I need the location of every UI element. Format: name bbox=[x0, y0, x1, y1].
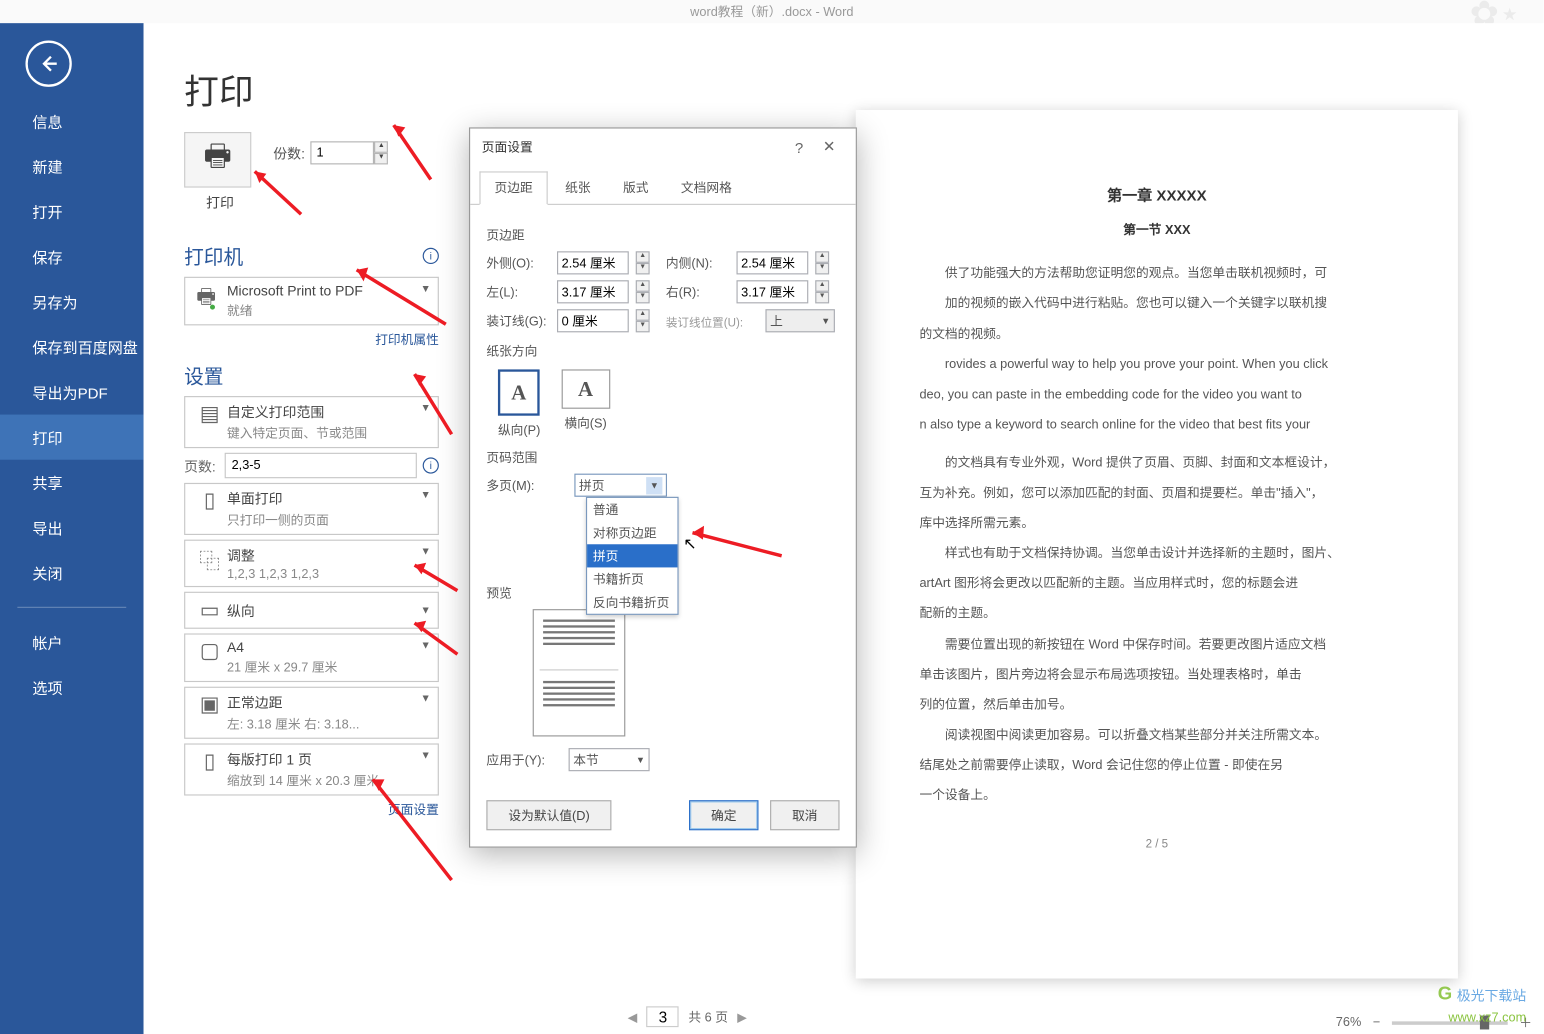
sidebar-item-new[interactable]: 新建 bbox=[0, 144, 144, 189]
printer-status-icon: 🖶● bbox=[192, 283, 227, 318]
gutter-pos-select: 上▼ bbox=[765, 309, 834, 332]
next-page-button[interactable]: ▶ bbox=[737, 1009, 747, 1024]
printer-dropdown[interactable]: 🖶● Microsoft Print to PDF 就绪 ▼ bbox=[184, 277, 439, 326]
dd-option-bookfold[interactable]: 书籍折页 bbox=[587, 567, 677, 590]
gutter-input[interactable] bbox=[557, 309, 629, 332]
doc-title: word教程（新）.docx - Word bbox=[690, 2, 853, 21]
right-margin-input[interactable] bbox=[736, 280, 808, 303]
pages-per-sheet-dropdown[interactable]: ▯ 每版打印 1 页 缩放到 14 厘米 x 20.3 厘米 ▼ bbox=[184, 743, 439, 795]
page-icon: ▯ bbox=[192, 489, 227, 513]
sidebar-item-baidu[interactable]: 保存到百度网盘 bbox=[0, 324, 144, 369]
sidebar-item-save[interactable]: 保存 bbox=[0, 234, 144, 279]
title-bar: word教程（新）.docx - Word ✿⋆ bbox=[0, 0, 1544, 23]
dd-option-reversebook[interactable]: 反向书籍折页 bbox=[587, 591, 677, 614]
zoom-value: 76% bbox=[1336, 1016, 1362, 1030]
page-navigator: ◀ 共 6 页 ▶ bbox=[628, 1006, 747, 1027]
outer-margin-input[interactable] bbox=[557, 251, 629, 274]
cancel-button[interactable]: 取消 bbox=[770, 800, 839, 830]
copies-spinner[interactable]: ▲▼ bbox=[374, 141, 388, 164]
printer-heading: 打印机 bbox=[184, 241, 243, 270]
info-icon[interactable]: i bbox=[423, 247, 439, 263]
apply-to-select[interactable]: 本节▼ bbox=[569, 748, 650, 771]
paper-size-dropdown[interactable]: ▢ A4 21 厘米 x 29.7 厘米 ▼ bbox=[184, 633, 439, 682]
sides-dropdown[interactable]: ▯ 单面打印 只打印一侧的页面 ▼ bbox=[184, 483, 439, 535]
group-margins: 页边距 bbox=[486, 226, 839, 245]
inner-margin-input[interactable] bbox=[736, 251, 808, 274]
multi-page-select[interactable]: 拼页▼ bbox=[574, 474, 667, 497]
page-setup-dialog: 页面设置 ? ✕ 页边距 纸张 版式 文档网格 页边距 外侧(O): ▲▼ 内侧… bbox=[469, 127, 857, 847]
margin-preview bbox=[533, 609, 626, 736]
sidebar-item-open[interactable]: 打开 bbox=[0, 189, 144, 234]
separator bbox=[17, 607, 126, 608]
page-setup-link[interactable]: 页面设置 bbox=[184, 800, 439, 819]
multi-page-dropdown[interactable]: 普通 对称页边距 拼页 书籍折页 反向书籍折页 bbox=[586, 497, 679, 615]
landscape-option[interactable]: A 横向(S) bbox=[561, 369, 610, 438]
portrait-icon: ▭ bbox=[192, 598, 227, 622]
watermark: G 极光下载站 bbox=[1438, 984, 1527, 1005]
page-number: 2 / 5 bbox=[919, 833, 1394, 857]
sidebar-item-exportpdf[interactable]: 导出为PDF bbox=[0, 369, 144, 414]
pages-icon: ▤ bbox=[192, 402, 227, 426]
group-orientation: 纸张方向 bbox=[486, 342, 839, 361]
back-button[interactable] bbox=[25, 41, 71, 87]
pages-input[interactable] bbox=[225, 453, 417, 478]
sidebar-item-info[interactable]: 信息 bbox=[0, 98, 144, 143]
left-margin-input[interactable] bbox=[557, 280, 629, 303]
backstage-sidebar: 信息 新建 打开 保存 另存为 保存到百度网盘 导出为PDF 打印 共享 导出 … bbox=[0, 23, 144, 1034]
print-preview: 第一章 XXXXX 第一节 XXX 供了功能强大的方法帮助您证明您的观点。当您单… bbox=[856, 110, 1458, 979]
dd-option-normal[interactable]: 普通 bbox=[587, 498, 677, 521]
tab-margins[interactable]: 页边距 bbox=[479, 171, 547, 205]
margins-dropdown[interactable]: ▣ 正常边距 左: 3.18 厘米 右: 3.18... ▼ bbox=[184, 687, 439, 739]
tab-paper[interactable]: 纸张 bbox=[550, 171, 606, 203]
page-total: 共 6 页 bbox=[688, 1007, 728, 1026]
doc-section: 第一节 XXX bbox=[919, 218, 1394, 245]
sidebar-item-print[interactable]: 打印 bbox=[0, 415, 144, 460]
sidebar-item-options[interactable]: 选项 bbox=[0, 665, 144, 710]
page-title: 打印 bbox=[184, 64, 1543, 115]
sidebar-item-close[interactable]: 关闭 bbox=[0, 550, 144, 595]
set-default-button[interactable]: 设为默认值(D) bbox=[486, 800, 611, 830]
sheet-icon: ▯ bbox=[192, 749, 227, 773]
prev-page-button[interactable]: ◀ bbox=[628, 1009, 638, 1024]
printer-icon: 🖶 bbox=[184, 132, 251, 188]
paper-icon: ▢ bbox=[192, 639, 227, 663]
collate-dropdown[interactable]: ⿻ 调整 1,2,3 1,2,3 1,2,3 ▼ bbox=[184, 540, 439, 587]
copies-input[interactable] bbox=[311, 141, 375, 164]
tab-grid[interactable]: 文档网格 bbox=[666, 171, 747, 203]
sidebar-item-saveas[interactable]: 另存为 bbox=[0, 279, 144, 324]
close-button[interactable]: ✕ bbox=[814, 138, 844, 157]
orientation-dropdown[interactable]: ▭ 纵向 ▼ bbox=[184, 592, 439, 629]
info-icon[interactable]: i bbox=[423, 457, 439, 473]
dialog-title: 页面设置 bbox=[482, 138, 533, 157]
chevron-down-icon: ▼ bbox=[420, 283, 430, 295]
pages-label: 页数: bbox=[184, 456, 225, 476]
help-button[interactable]: ? bbox=[784, 138, 814, 155]
logo-icon: G bbox=[1438, 984, 1452, 1005]
portrait-option[interactable]: A 纵向(P) bbox=[498, 369, 540, 438]
print-range-dropdown[interactable]: ▤ 自定义打印范围 键入特定页面、节或范围 ▼ bbox=[184, 396, 439, 448]
doc-chapter: 第一章 XXXXX bbox=[919, 179, 1394, 211]
dd-option-2up[interactable]: 拼页 bbox=[587, 544, 677, 567]
ok-button[interactable]: 确定 bbox=[689, 800, 758, 830]
zoom-out-button[interactable]: − bbox=[1373, 1016, 1380, 1030]
watermark-url: www.xz7.com bbox=[1448, 1011, 1526, 1025]
sidebar-item-export[interactable]: 导出 bbox=[0, 505, 144, 550]
printer-properties-link[interactable]: 打印机属性 bbox=[184, 330, 439, 349]
page-input[interactable] bbox=[647, 1006, 679, 1027]
sidebar-item-account[interactable]: 帐户 bbox=[0, 620, 144, 665]
group-pagerange: 页码范围 bbox=[486, 448, 839, 467]
dd-option-mirror[interactable]: 对称页边距 bbox=[587, 521, 677, 544]
settings-heading: 设置 bbox=[184, 360, 223, 389]
collate-icon: ⿻ bbox=[192, 545, 227, 575]
cursor-icon: ↖ bbox=[683, 534, 697, 554]
margins-icon: ▣ bbox=[192, 692, 227, 716]
print-button[interactable]: 🖶 打印 bbox=[184, 132, 256, 212]
sidebar-item-share[interactable]: 共享 bbox=[0, 460, 144, 505]
tab-layout[interactable]: 版式 bbox=[608, 171, 664, 203]
copies-label: 份数: bbox=[273, 143, 305, 163]
